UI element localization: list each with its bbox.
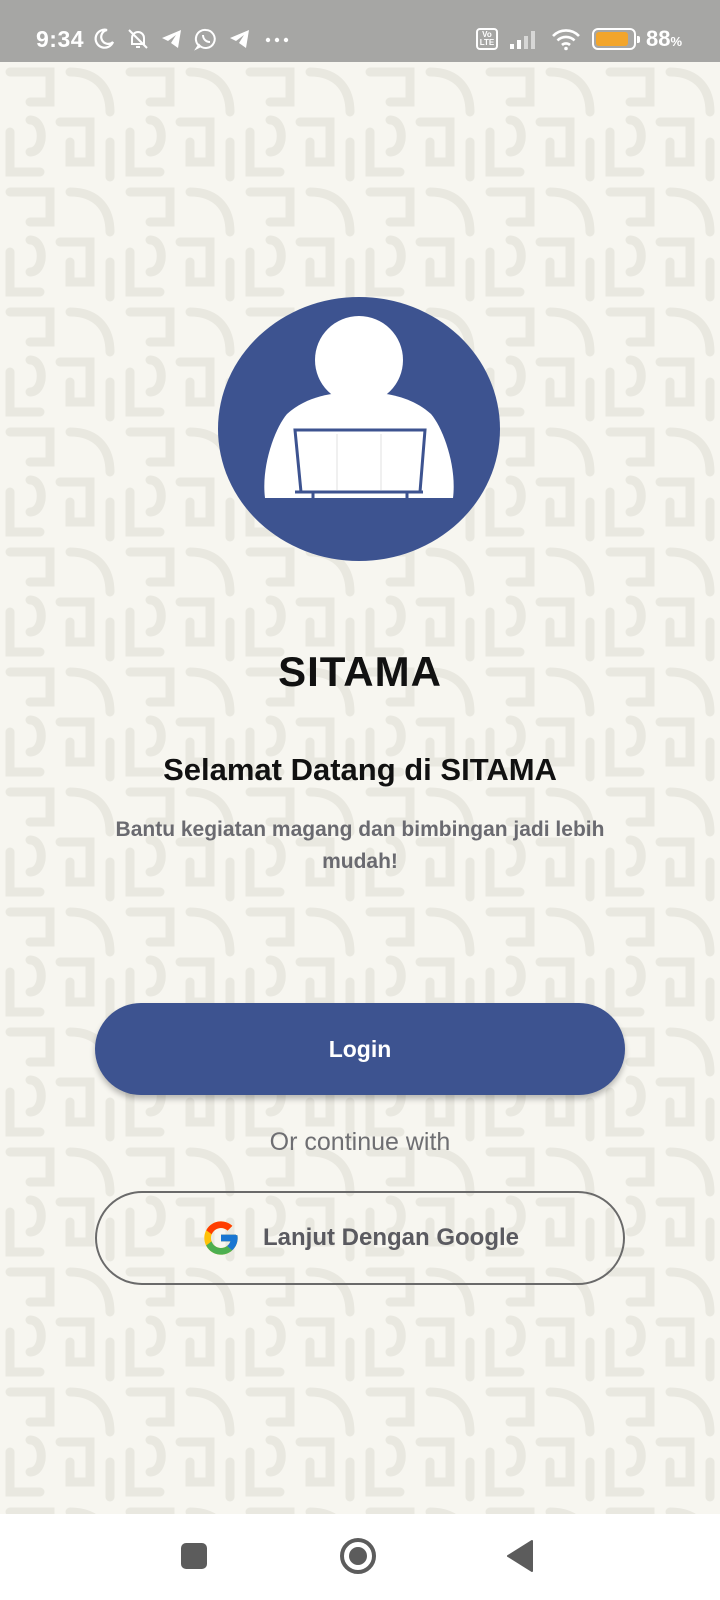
back-button[interactable] — [498, 1534, 542, 1578]
status-time: 9:34 — [36, 26, 85, 52]
volte-badge: Vo LTE — [475, 28, 498, 50]
navigation-bar — [0, 1514, 720, 1600]
status-bar: 9:34 Vo LTE 88% — [0, 0, 720, 62]
whatsapp-icon — [194, 28, 216, 51]
moon-icon — [94, 28, 115, 49]
wifi-icon — [552, 29, 580, 51]
signal-icon — [509, 31, 535, 49]
home-icon — [340, 1538, 376, 1574]
divider-text: Or continue with — [269, 1128, 451, 1156]
home-button[interactable] — [336, 1534, 380, 1578]
recent-apps-button[interactable] — [172, 1534, 216, 1578]
system-status: Vo LTE 88% — [475, 26, 682, 52]
battery-level — [595, 32, 628, 46]
welcome-subtitle: Bantu kegiatan magang dan bimbingan jadi… — [115, 818, 605, 873]
welcome-title: Selamat Datang di SITAMA — [163, 752, 557, 787]
more-dots-icon — [265, 37, 289, 43]
login-button[interactable]: Login — [95, 1003, 625, 1095]
battery-percent: 88% — [645, 26, 682, 51]
recent-apps-icon — [181, 1543, 207, 1569]
battery-icon — [591, 28, 640, 50]
login-screen: SITAMA Selamat Datang di SITAMA Bantu ke… — [0, 62, 720, 1514]
back-icon — [507, 1540, 533, 1572]
notification-icons — [92, 27, 292, 51]
telegram-icon — [230, 30, 249, 48]
google-login-button[interactable]: Lanjut Dengan Google — [95, 1191, 625, 1285]
google-button-label: Lanjut Dengan Google — [263, 1224, 519, 1251]
app-name: SITAMA — [278, 648, 442, 695]
google-icon — [204, 1221, 238, 1255]
telegram-icon — [162, 30, 181, 48]
user-laptop-icon — [218, 297, 500, 561]
bell-off-icon — [128, 29, 148, 49]
